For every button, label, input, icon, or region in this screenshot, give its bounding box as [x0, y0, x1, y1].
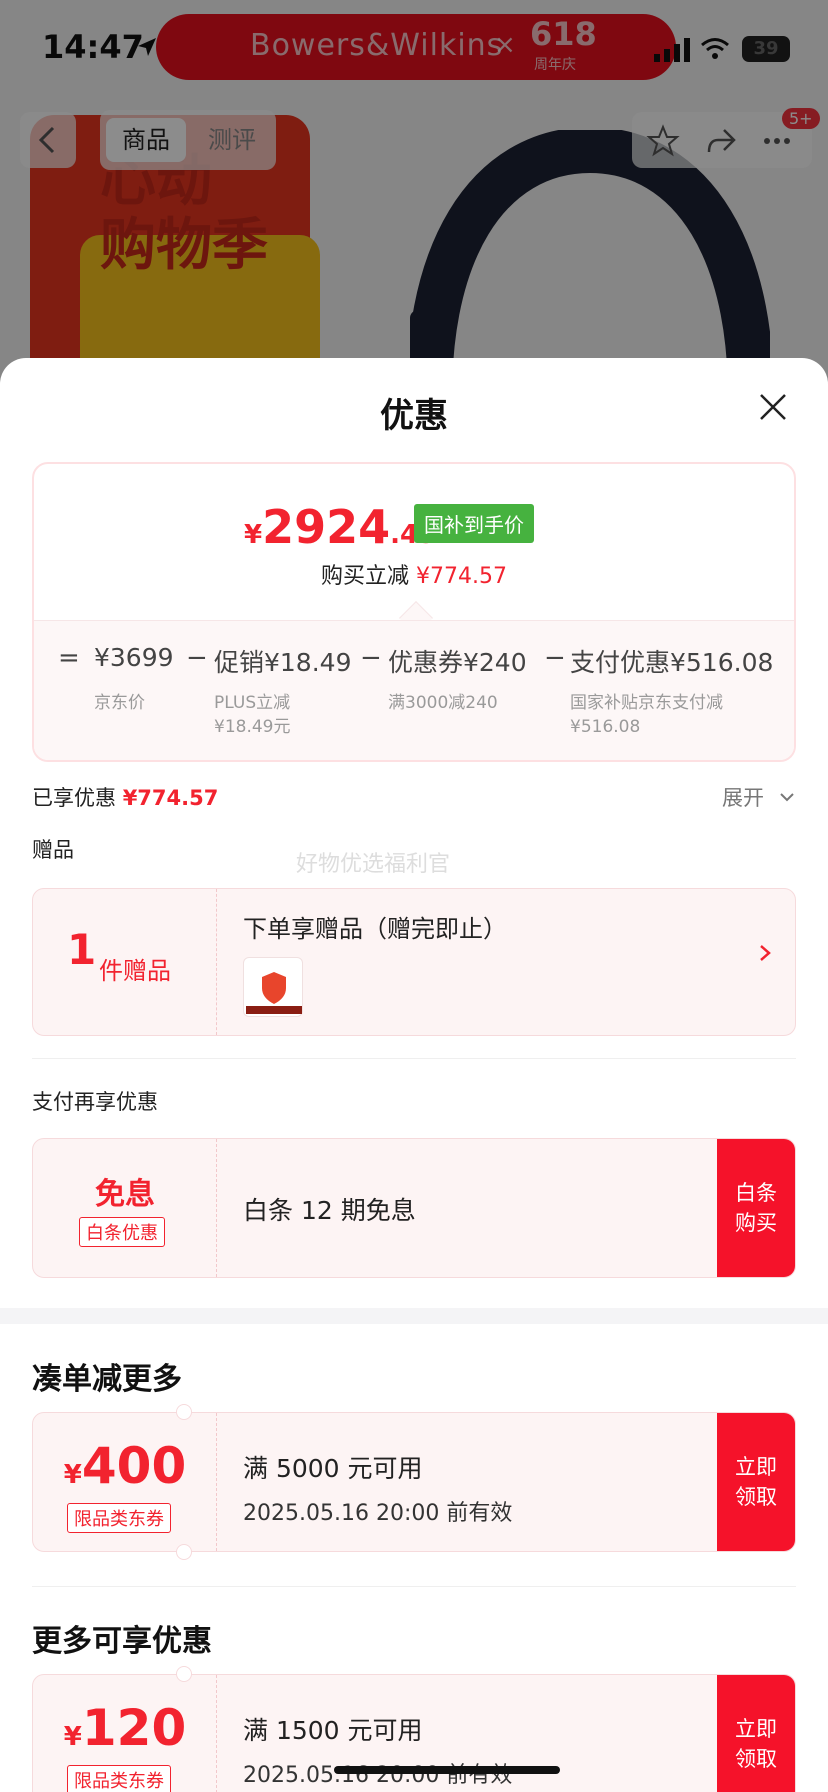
combine-heading: 凑单减更多 [32, 1362, 182, 1397]
coupon-amount: ¥400 [33, 1437, 217, 1495]
breakdown-value: ¥3699 [94, 643, 174, 672]
coupon-notch [176, 1544, 192, 1560]
gift-section-label: 赠品 [32, 838, 74, 862]
coupon-card: ¥120 限品类东券 满 1500 元可用 2025.05.16 20:00 前… [32, 1674, 796, 1792]
chevron-right-icon [760, 945, 771, 961]
coupon-yen: ¥ [63, 1460, 82, 1490]
coupon-card-left: ¥120 限品类东券 [33, 1675, 217, 1792]
breakdown-op: = [58, 643, 80, 673]
gift-count: 1 [67, 925, 97, 974]
coupon-condition: 满 1500 元可用 [243, 1716, 423, 1745]
pay-section-label: 支付再享优惠 [32, 1090, 158, 1114]
final-price: ¥2924.43 [244, 500, 436, 554]
interest-free-label: 免息 [95, 1177, 155, 1212]
claim-coupon-button[interactable]: 立即 领取 [717, 1413, 795, 1551]
button-line: 领取 [735, 1747, 777, 1771]
chevron-down-icon[interactable] [778, 788, 796, 806]
baitiao-buy-button[interactable]: 白条 购买 [717, 1139, 795, 1277]
claim-coupon-button[interactable]: 立即 领取 [717, 1675, 795, 1792]
breakdown-sub-line: 京东价 [94, 693, 145, 713]
coupon-card: ¥400 限品类东券 满 5000 元可用 2025.05.16 20:00 前… [32, 1412, 796, 1552]
gift-unit: 件赠品 [99, 957, 171, 985]
breakdown-value: 优惠券¥240 [388, 648, 527, 677]
coupon-card-left: ¥400 限品类东券 [33, 1413, 217, 1551]
enjoyed-value: ¥774.57 [122, 786, 219, 810]
breakdown-sub-line: ¥18.49元 [214, 717, 291, 737]
breakdown-sub: 京东价 [94, 691, 145, 715]
button-line: 领取 [735, 1485, 777, 1509]
home-indicator [334, 1766, 560, 1774]
gov-subsidy-tag: 国补到手价 [414, 504, 534, 543]
baitiao-card-left: 免息 白条优惠 [33, 1139, 217, 1277]
close-icon[interactable] [758, 392, 788, 422]
reduce-label: 购买立减 [321, 564, 410, 589]
modal-overlay[interactable] [0, 0, 828, 380]
gift-thumbnail [243, 957, 303, 1017]
coupon-notch [176, 1666, 192, 1682]
price-breakdown: = ¥3699 京东价 − 促销¥18.49 PLUS立减 ¥18.49元 − … [34, 620, 794, 760]
baitiao-card: 免息 白条优惠 白条 12 期免息 白条 购买 [32, 1138, 796, 1278]
breakdown-op: − [544, 643, 566, 673]
enjoyed-discount: 已享优惠 ¥774.57 [32, 782, 218, 812]
coupon-amount: ¥120 [33, 1699, 217, 1757]
coupon-value: 400 [81, 1437, 187, 1495]
gift-title: 下单享赠品（赠完即止） [243, 915, 507, 943]
expand-button[interactable]: 展开 [722, 782, 764, 812]
enjoyed-label: 已享优惠 [32, 786, 116, 810]
breakdown-sub-line: 国家补贴京东支付减 [570, 693, 723, 713]
button-line: 购买 [735, 1211, 777, 1235]
breakdown-sub-line: ¥516.08 [570, 717, 641, 737]
divider [32, 1586, 796, 1587]
breakdown-op: − [360, 643, 382, 673]
coupon-condition: 满 5000 元可用 [243, 1454, 423, 1483]
baitiao-tag: 白条优惠 [79, 1217, 165, 1247]
price-top: ¥2924.43 国补到手价 购买立减 ¥774.57 [34, 464, 794, 622]
gift-card[interactable]: 1 件赠品 下单享赠品（赠完即止） [32, 888, 796, 1036]
coupon-valid-date: 2025.05.16 20:00 前有效 [243, 1501, 513, 1526]
baitiao-text: 白条 12 期免息 [243, 1196, 416, 1225]
coupon-tag: 限品类东券 [67, 1503, 171, 1533]
breakdown-op: − [186, 643, 208, 673]
discount-sheet: 优惠 ¥2924.43 国补到手价 购买立减 ¥774.57 = ¥3699 京… [0, 358, 828, 1792]
section-band [0, 1308, 828, 1324]
breakdown-sub: 国家补贴京东支付减 ¥516.08 [570, 691, 723, 739]
purchase-reduction: 购买立减 ¥774.57 [34, 558, 794, 590]
price-integer: 2924 [262, 500, 391, 554]
breakdown-sub-line: 满3000减240 [388, 693, 498, 713]
breakdown-sub: PLUS立减 ¥18.49元 [214, 691, 290, 739]
watermark: 好物优选福利官 [296, 852, 451, 877]
reduce-value: ¥774.57 [416, 564, 507, 589]
gift-shield-icon [246, 972, 302, 1014]
button-line: 立即 [735, 1717, 777, 1741]
coupon-tag: 限品类东券 [67, 1765, 171, 1792]
price-summary-card: ¥2924.43 国补到手价 购买立减 ¥774.57 = ¥3699 京东价 … [32, 462, 796, 762]
divider [32, 1058, 796, 1059]
button-line: 立即 [735, 1455, 777, 1479]
sheet-title: 优惠 [380, 396, 448, 436]
coupon-yen: ¥ [63, 1722, 82, 1752]
price-yen: ¥ [244, 520, 263, 550]
breakdown-sub: 满3000减240 [388, 691, 498, 715]
breakdown-value: 支付优惠¥516.08 [570, 648, 774, 677]
more-heading: 更多可享优惠 [32, 1624, 212, 1659]
coupon-value: 120 [81, 1699, 187, 1757]
breakdown-value: 促销¥18.49 [214, 648, 352, 677]
breakdown-sub-line: PLUS立减 [214, 693, 291, 713]
button-line: 白条 [735, 1181, 777, 1205]
gift-card-left: 1 件赠品 [33, 889, 217, 1035]
coupon-notch [176, 1404, 192, 1420]
